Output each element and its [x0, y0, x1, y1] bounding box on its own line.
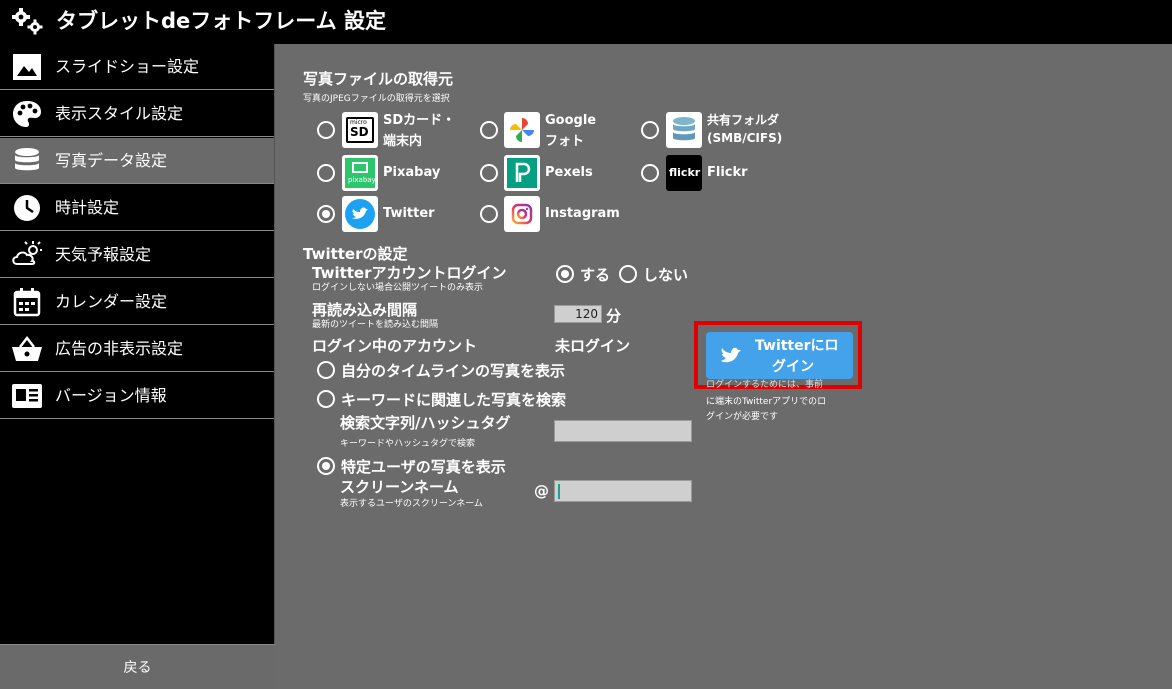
- settings-panel: 写真ファイルの取得元 写真のJPEGファイルの取得元を選択 micro SD S…: [275, 44, 1172, 689]
- account-login-sub: ログインしない場合公開ツイートのみ表示: [312, 283, 484, 293]
- screen-name-sub: 表示するユーザのスクリーンネーム: [340, 499, 483, 509]
- sidebar-item-label: 天気予報設定: [55, 245, 152, 264]
- radio-login-no[interactable]: [619, 265, 637, 283]
- radio-mode-user[interactable]: [317, 457, 335, 475]
- sidebar-item-weather[interactable]: 天気予報設定: [0, 232, 274, 278]
- weather-icon: [12, 241, 42, 265]
- source-label-google-2: フォト: [545, 134, 585, 149]
- pixabay-icon: pixabay: [342, 155, 378, 191]
- radio-mode-keyword[interactable]: [317, 390, 335, 408]
- sidebar-item-display-style[interactable]: 表示スタイル設定: [0, 91, 274, 137]
- back-button-label: 戻る: [123, 660, 152, 676]
- radio-source-shared-folder[interactable]: [641, 121, 659, 139]
- radio-source-pixabay[interactable]: [317, 164, 335, 182]
- screen-name-input[interactable]: [554, 480, 692, 502]
- shared-folder-icon: [666, 112, 702, 148]
- login-yes-label: する: [580, 266, 611, 284]
- screen-name-at: @: [534, 482, 549, 500]
- back-button[interactable]: 戻る: [0, 644, 275, 689]
- current-account-label: ログイン中のアカウント: [312, 337, 478, 355]
- sidebar-item-label: 表示スタイル設定: [55, 104, 184, 123]
- settings-gears-icon: [12, 8, 43, 35]
- login-button-line1: Twitterにロ: [755, 338, 839, 354]
- sidebar-item-clock[interactable]: 時計設定: [0, 185, 274, 231]
- basket-icon: [12, 335, 42, 361]
- radio-source-google[interactable]: [480, 121, 498, 139]
- reload-interval-sub: 最新のツイートを読み込む間隔: [312, 320, 439, 330]
- google-photos-icon: [504, 112, 540, 148]
- sidebar-item-calendar[interactable]: カレンダー設定: [0, 279, 274, 325]
- search-string-label: 検索文字列/ハッシュタグ: [340, 414, 511, 432]
- source-section-subtitle: 写真のJPEGファイルの取得元を選択: [303, 94, 450, 104]
- twitter-login-button[interactable]: Twitterにロ グイン: [706, 332, 853, 379]
- login-note-line3: グインが必要です: [706, 412, 779, 422]
- radio-mode-timeline[interactable]: [317, 361, 335, 379]
- login-no-label: しない: [643, 266, 689, 284]
- sidebar-item-label: 広告の非表示設定: [55, 339, 184, 358]
- radio-source-sd[interactable]: [317, 121, 335, 139]
- twitter-bird-icon: [721, 347, 741, 363]
- reload-interval-input[interactable]: 120: [554, 305, 602, 323]
- source-label-pixabay: Pixabay: [383, 165, 441, 180]
- sidebar-item-ads[interactable]: 広告の非表示設定: [0, 326, 274, 372]
- source-label-instagram: Instagram: [545, 206, 620, 221]
- login-note-line1: ログインするためには、事前: [706, 380, 824, 390]
- clock-icon: [14, 195, 40, 221]
- screen-name-label: スクリーンネーム: [340, 478, 459, 496]
- title-bar: タブレットdeフォトフレーム 設定: [0, 0, 1172, 44]
- sidebar-item-label: 写真データ設定: [55, 151, 168, 170]
- search-string-sub: キーワードやハッシュタグで検索: [340, 439, 476, 449]
- source-label-google-1: Google: [545, 113, 597, 128]
- sidebar-item-photo-data[interactable]: 写真データ設定: [0, 138, 274, 184]
- database-icon: [15, 148, 39, 171]
- twitter-section-title: Twitterの設定: [303, 245, 408, 263]
- login-note-line2: に端末のTwitterアプリでのロ: [706, 397, 827, 407]
- image-icon: [13, 54, 41, 80]
- sidebar-item-label: バージョン情報: [55, 386, 167, 405]
- radio-source-twitter[interactable]: [317, 205, 335, 223]
- source-label-shared-1: 共有フォルダ: [707, 113, 780, 127]
- radio-source-flickr[interactable]: [641, 164, 659, 182]
- instagram-icon: [504, 196, 540, 232]
- radio-login-yes[interactable]: [556, 265, 574, 283]
- sd-card-icon: micro SD: [342, 112, 378, 148]
- pexels-icon: [504, 155, 540, 191]
- source-label-shared-2: (SMB/CIFS): [707, 131, 783, 145]
- search-string-input[interactable]: [554, 420, 692, 442]
- sidebar: スライドショー設定 表示スタイル設定 写真データ設定 時計設定 天気予報設定 カ…: [0, 44, 275, 644]
- radio-source-pexels[interactable]: [480, 164, 498, 182]
- current-account-value: 未ログイン: [555, 337, 631, 355]
- reload-unit: 分: [606, 307, 622, 325]
- info-card-icon: [12, 384, 42, 408]
- sidebar-item-label: 時計設定: [55, 198, 120, 217]
- source-label-sd-1: SDカード・: [383, 113, 456, 128]
- sidebar-item-version[interactable]: バージョン情報: [0, 373, 274, 419]
- source-label-sd-2: 端末内: [383, 134, 423, 149]
- window-title: タブレットdeフォトフレーム 設定: [56, 9, 386, 33]
- text-cursor: [558, 484, 560, 499]
- sidebar-item-slideshow[interactable]: スライドショー設定: [0, 44, 274, 90]
- mode-user-label: 特定ユーザの写真を表示: [341, 458, 506, 476]
- flickr-icon: flickr: [666, 155, 702, 191]
- source-label-twitter: Twitter: [383, 206, 435, 221]
- source-label-pexels: Pexels: [545, 165, 593, 180]
- sidebar-item-label: スライドショー設定: [55, 57, 200, 76]
- login-button-line2: グイン: [772, 359, 814, 375]
- mode-keyword-label: キーワードに関連した写真を検索: [341, 391, 567, 409]
- sidebar-item-label: カレンダー設定: [55, 292, 168, 311]
- mode-timeline-label: 自分のタイムラインの写真を表示: [341, 362, 565, 380]
- twitter-icon: [342, 196, 378, 232]
- source-section-title: 写真ファイルの取得元: [303, 70, 454, 88]
- source-label-flickr: Flickr: [707, 165, 748, 180]
- palette-icon: [13, 101, 41, 127]
- radio-source-instagram[interactable]: [480, 205, 498, 223]
- calendar-icon: [13, 288, 41, 317]
